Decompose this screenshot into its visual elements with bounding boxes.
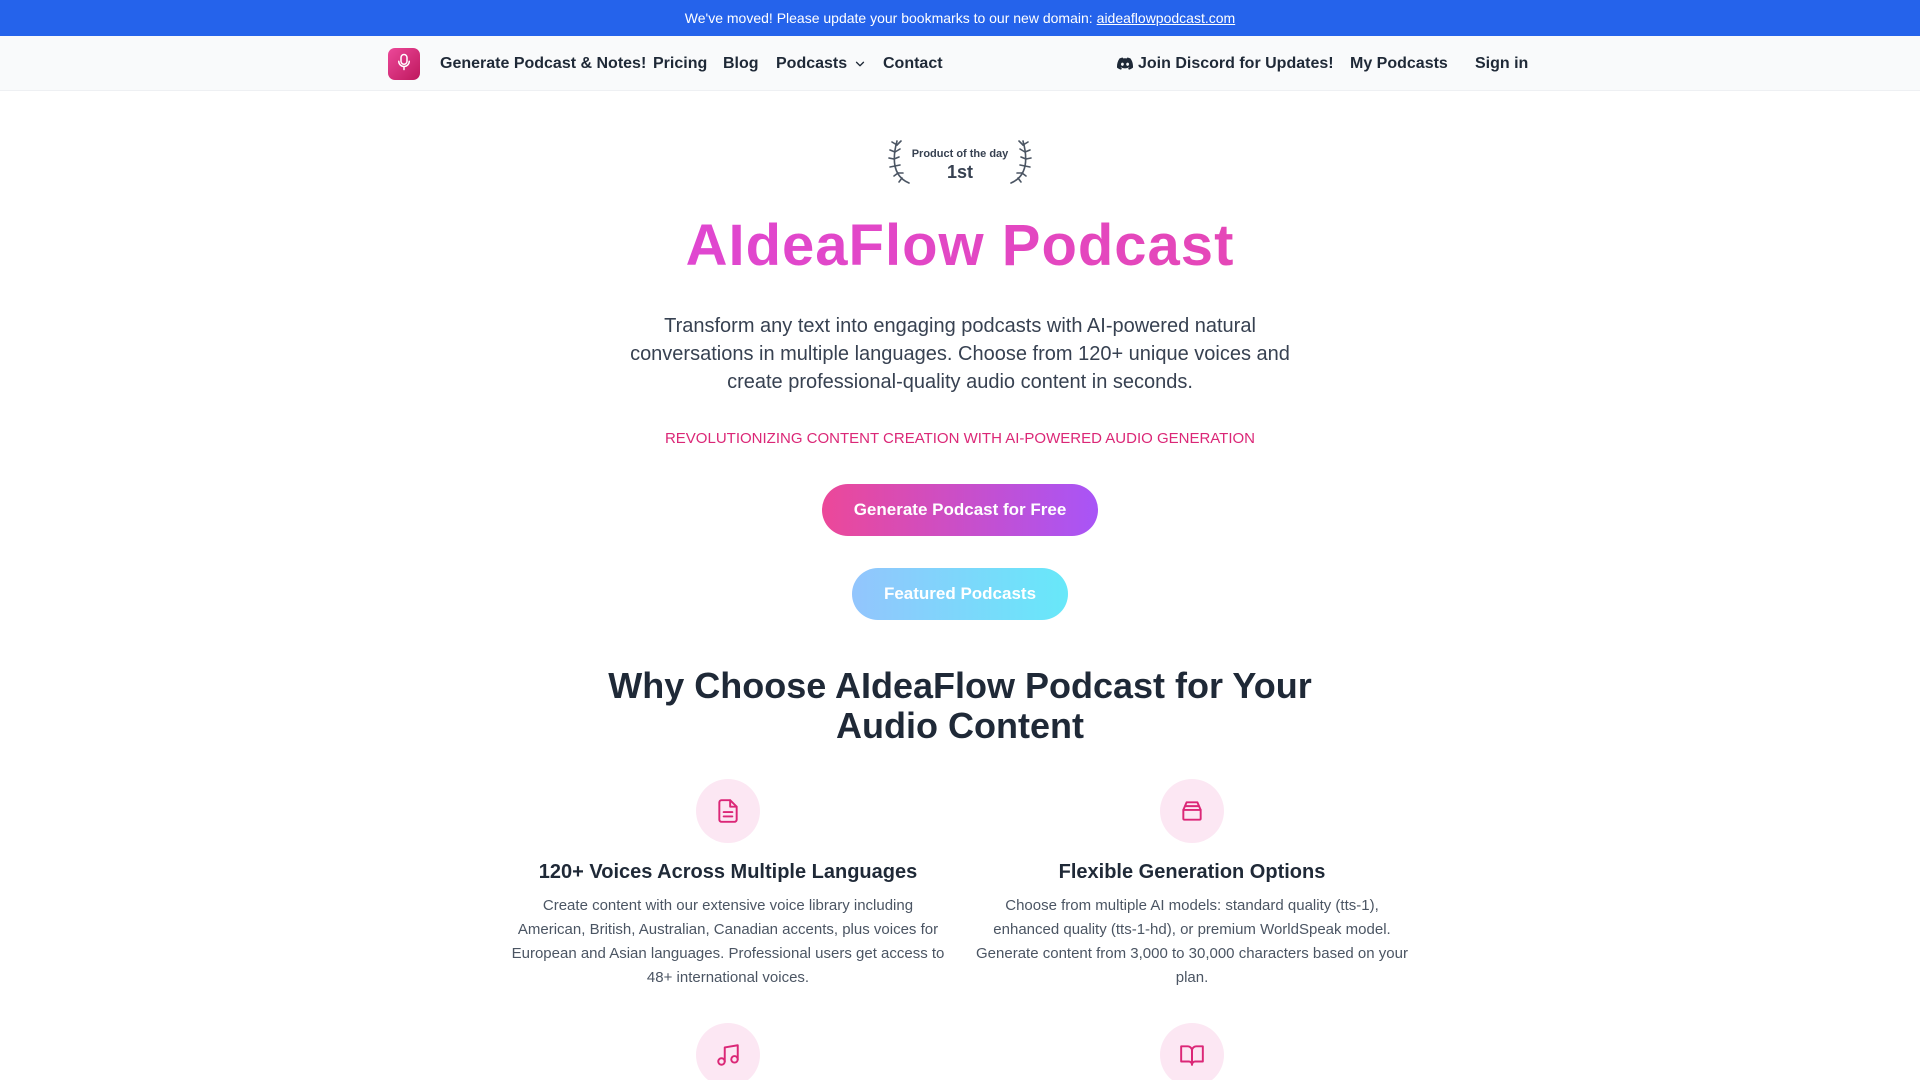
nav-discord-label: Join Discord for Updates! <box>1138 54 1334 72</box>
nav-my-podcasts[interactable]: My Podcasts <box>1350 36 1448 91</box>
announcement-bar: We've moved! Please update your bookmark… <box>0 0 1920 36</box>
discord-icon <box>1117 57 1133 70</box>
feature-title: 120+ Voices Across Multiple Languages <box>538 861 918 883</box>
feature-card <box>972 1023 1412 1080</box>
nav-discord[interactable]: Join Discord for Updates! <box>1117 36 1334 91</box>
hero-subtitle: Transform any text into engaging podcast… <box>630 315 1290 393</box>
inbox-icon <box>1160 779 1224 843</box>
document-icon <box>696 779 760 843</box>
open-book-icon <box>1160 1023 1224 1080</box>
product-of-the-day-badge[interactable]: Product of the day 1st <box>885 135 1035 187</box>
announcement-text: We've moved! Please update your bookmark… <box>684 10 1093 26</box>
nav-contact[interactable]: Contact <box>883 36 943 91</box>
hero-title: AIdeaFlow Podcast <box>0 212 1920 279</box>
feature-card: 120+ Voices Across Multiple Languages Cr… <box>508 779 948 990</box>
badge-label: Product of the day <box>911 148 1009 160</box>
music-note-icon <box>696 1023 760 1080</box>
hero-tagline: REVOLUTIONIZING CONTENT CREATION WITH AI… <box>664 430 1256 447</box>
feature-title: Flexible Generation Options <box>1058 861 1326 883</box>
nav-podcasts-label: Podcasts <box>776 54 848 72</box>
chevron-down-icon <box>853 57 867 71</box>
nav-pricing[interactable]: Pricing <box>653 36 707 91</box>
microphone-icon <box>395 53 413 76</box>
featured-podcasts-button[interactable]: Featured Podcasts <box>852 568 1068 620</box>
feature-card: Flexible Generation Options Choose from … <box>972 779 1412 990</box>
feature-description: Choose from multiple AI models: standard… <box>976 897 1408 986</box>
nav-podcasts-dropdown[interactable]: Podcasts <box>776 36 867 91</box>
nav-blog[interactable]: Blog <box>723 36 759 91</box>
logo[interactable] <box>388 48 420 80</box>
feature-description: Create content with our extensive voice … <box>511 897 945 986</box>
feature-card <box>508 1023 948 1080</box>
nav-sign-in[interactable]: Sign in <box>1475 36 1528 91</box>
badge-rank: 1st <box>946 162 973 182</box>
nav-generate-podcast[interactable]: Generate Podcast & Notes! <box>440 36 646 91</box>
navbar: Generate Podcast & Notes! Pricing Blog P… <box>0 36 1920 91</box>
generate-podcast-free-button[interactable]: Generate Podcast for Free <box>822 484 1098 536</box>
why-choose-title: Why Choose AIdeaFlow Podcast for Your Au… <box>608 665 1312 746</box>
new-domain-link[interactable]: aideaflowpodcast.com <box>1097 10 1236 26</box>
